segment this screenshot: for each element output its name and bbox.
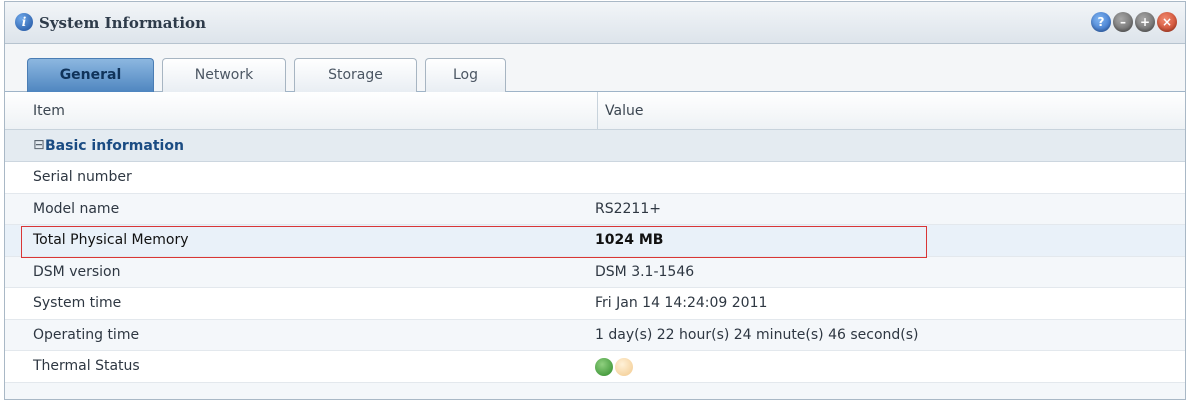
group-basic-information[interactable]: ⊟ Basic information xyxy=(5,130,1185,162)
row-item: System time xyxy=(33,295,121,311)
row-item: Model name xyxy=(33,201,119,217)
row-item: DSM version xyxy=(33,264,120,280)
column-divider[interactable] xyxy=(597,92,598,130)
tab-general[interactable]: General xyxy=(27,58,154,92)
column-header-item[interactable]: Item xyxy=(33,103,65,119)
table-row-thermal-status[interactable]: Thermal Status xyxy=(5,351,1185,383)
column-header-value[interactable]: Value xyxy=(605,103,643,119)
row-item: Total Physical Memory xyxy=(33,232,188,248)
group-label: Basic information xyxy=(45,138,184,154)
row-value: Fri Jan 14 14:24:09 2011 xyxy=(595,295,767,311)
tab-log[interactable]: Log xyxy=(425,58,506,92)
row-item: Thermal Status xyxy=(33,358,140,374)
table-row-model-name[interactable]: Model name RS2211+ xyxy=(5,194,1185,226)
table-row-system-time[interactable]: System time Fri Jan 14 14:24:09 2011 xyxy=(5,288,1185,320)
row-item: Serial number xyxy=(33,169,132,185)
row-value: RS2211+ xyxy=(595,201,661,217)
table-row-total-physical-memory[interactable]: Total Physical Memory 1024 MB xyxy=(5,225,1185,257)
row-item: Operating time xyxy=(33,327,139,343)
row-value: DSM 3.1-1546 xyxy=(595,264,694,280)
amber-status-icon xyxy=(615,358,633,376)
table-row-dsm-version[interactable]: DSM version DSM 3.1-1546 xyxy=(5,257,1185,289)
tab-network[interactable]: Network xyxy=(162,58,286,92)
redacted-value xyxy=(595,172,735,184)
system-information-window: i System Information ? – + × General Net… xyxy=(4,1,1186,400)
table-row-operating-time[interactable]: Operating time 1 day(s) 22 hour(s) 24 mi… xyxy=(5,320,1185,352)
tab-strip: General Network Storage Log xyxy=(5,44,1185,92)
info-grid: Item Value ⊟ Basic information Serial nu… xyxy=(5,92,1185,400)
collapse-icon[interactable]: ⊟ xyxy=(33,137,45,153)
green-status-icon xyxy=(595,358,613,376)
title-bar[interactable]: i System Information ? – + × xyxy=(5,2,1185,44)
table-row-serial-number[interactable]: Serial number xyxy=(5,162,1185,194)
info-icon: i xyxy=(15,13,33,31)
maximize-icon[interactable]: + xyxy=(1135,12,1155,32)
table-row-partial xyxy=(5,383,1185,400)
grid-header: Item Value xyxy=(5,92,1185,130)
window-title: System Information xyxy=(39,14,206,32)
close-icon[interactable]: × xyxy=(1157,12,1177,32)
thermal-status-indicators xyxy=(595,358,633,376)
tab-storage[interactable]: Storage xyxy=(294,58,417,92)
minimize-icon[interactable]: – xyxy=(1113,12,1133,32)
row-value: 1 day(s) 22 hour(s) 24 minute(s) 46 seco… xyxy=(595,327,919,343)
row-value: 1024 MB xyxy=(595,232,663,248)
help-icon[interactable]: ? xyxy=(1091,12,1111,32)
